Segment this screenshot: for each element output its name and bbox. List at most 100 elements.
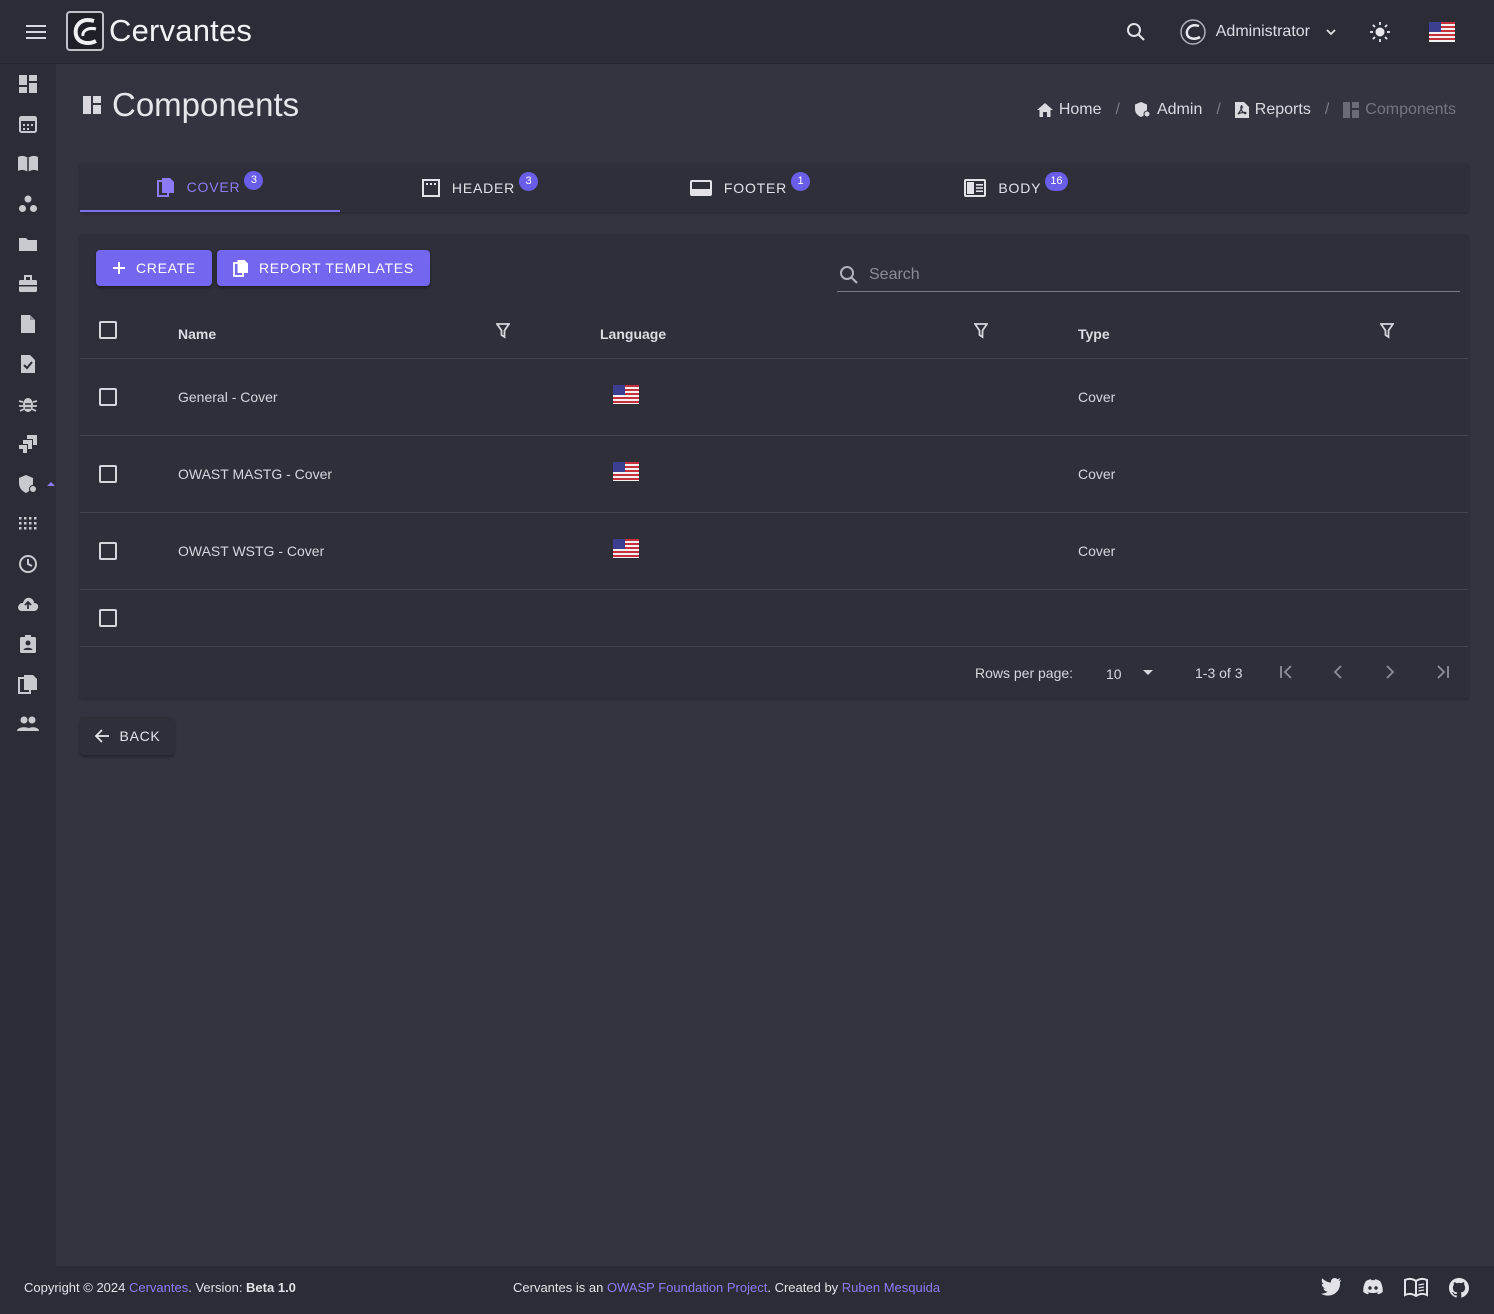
group-icon	[19, 195, 37, 212]
select-all-checkbox[interactable]	[99, 321, 117, 339]
tab-footer[interactable]: FOOTER 1	[620, 164, 880, 212]
search-field	[837, 259, 1460, 292]
breadcrumb-current-label: Components	[1365, 101, 1456, 118]
search-icon	[1126, 23, 1145, 41]
column-header-name[interactable]: Name	[178, 326, 216, 342]
tab-cover[interactable]: COVER 3	[80, 164, 340, 212]
sidebar-item-workspaces[interactable]	[0, 264, 56, 304]
tab-header-label: HEADER	[451, 180, 516, 196]
breadcrumb-admin[interactable]: Admin	[1134, 101, 1202, 119]
row-checkbox[interactable]	[99, 609, 117, 627]
sun-icon	[1370, 22, 1390, 42]
menu-toggle-button[interactable]	[16, 16, 56, 48]
sidebar-item-documents[interactable]	[0, 304, 56, 344]
breadcrumb: Home / Admin / Reports / Components	[1036, 101, 1456, 119]
search-button[interactable]	[1116, 12, 1156, 52]
sidebar-item-apps[interactable]	[0, 504, 56, 544]
pagination: Rows per page: 10 1-3 of 3	[80, 647, 1468, 698]
rows-per-page-select[interactable]: 10	[1098, 657, 1162, 689]
search-icon	[840, 266, 858, 284]
tab-cover-count-badge: 3	[244, 170, 264, 190]
arrow-left-icon	[94, 729, 109, 743]
owasp-link[interactable]: OWASP Foundation Project	[607, 1280, 767, 1295]
back-button-label: BACK	[119, 728, 161, 744]
sidebar-item-tasks[interactable]	[0, 344, 56, 384]
components-icon	[1343, 102, 1360, 118]
column-header-type[interactable]: Type	[1078, 326, 1110, 342]
breadcrumb-current: Components	[1343, 101, 1456, 119]
sidebar-item-dashboard[interactable]	[0, 64, 56, 104]
row-checkbox[interactable]	[99, 388, 117, 406]
sidebar	[0, 64, 56, 1266]
column-header-language[interactable]: Language	[600, 326, 666, 342]
search-input[interactable]	[869, 266, 1429, 284]
table-row[interactable]: General - Cover Cover	[80, 359, 1468, 436]
report-templates-button[interactable]: REPORT TEMPLATES	[217, 250, 430, 286]
sidebar-item-admin[interactable]	[0, 464, 56, 504]
filter-icon[interactable]	[974, 323, 988, 339]
footer-copyright: Copyright © 2024 Cervantes. Version: Bet…	[24, 1280, 296, 1295]
theme-toggle-button[interactable]	[1360, 12, 1400, 52]
shield-admin-icon	[19, 475, 37, 493]
table-row[interactable]: OWAST WSTG - Cover Cover	[80, 513, 1468, 590]
breadcrumb-reports[interactable]: Reports	[1234, 101, 1311, 119]
breadcrumb-separator: /	[1115, 101, 1120, 118]
footer: Copyright © 2024 Cervantes. Version: Bet…	[0, 1266, 1494, 1314]
sidebar-item-contacts[interactable]	[0, 624, 56, 664]
tab-footer-count-badge: 1	[791, 171, 811, 191]
breadcrumb-home[interactable]: Home	[1036, 101, 1102, 119]
back-button[interactable]: BACK	[80, 717, 174, 755]
sidebar-item-clients[interactable]	[0, 184, 56, 224]
cervantes-link[interactable]: Cervantes	[129, 1280, 188, 1295]
breadcrumb-reports-label: Reports	[1254, 101, 1311, 118]
language-selector-button[interactable]	[1422, 12, 1462, 52]
sidebar-item-reports[interactable]	[0, 664, 56, 704]
twitter-icon[interactable]	[1320, 1277, 1342, 1297]
sidebar-item-vulnerabilities[interactable]	[0, 384, 56, 424]
filter-icon[interactable]	[1380, 323, 1394, 339]
tab-footer-label: FOOTER	[723, 180, 788, 196]
sidebar-item-logs[interactable]	[0, 544, 56, 584]
book-open-icon[interactable]	[1404, 1277, 1428, 1297]
row-checkbox[interactable]	[99, 542, 117, 560]
dropdown-arrow-icon	[1143, 670, 1153, 675]
first-page-icon[interactable]	[1279, 665, 1295, 679]
header-layout-icon	[421, 179, 440, 197]
create-button[interactable]: CREATE	[96, 250, 212, 286]
previous-page-icon[interactable]	[1333, 665, 1343, 679]
book-open-icon	[18, 155, 38, 172]
page-title: Components	[112, 86, 300, 123]
discord-icon[interactable]	[1362, 1277, 1384, 1297]
filter-icon[interactable]	[496, 323, 510, 339]
article-layout-icon	[964, 179, 987, 197]
app-logo[interactable]: Cervantes	[66, 11, 252, 51]
tab-header[interactable]: HEADER 3	[350, 164, 610, 212]
contact-badge-icon	[20, 635, 36, 653]
pdf-icon	[1234, 102, 1249, 118]
sidebar-item-targets[interactable]	[0, 424, 56, 464]
author-link[interactable]: Ruben Mesquida	[842, 1280, 940, 1295]
apps-grid-icon	[19, 517, 37, 530]
sidebar-item-knowledge-base[interactable]	[0, 144, 56, 184]
next-page-icon[interactable]	[1385, 665, 1395, 679]
table-row[interactable]	[80, 590, 1468, 647]
table-row[interactable]: OWAST MASTG - Cover Cover	[80, 436, 1468, 513]
footer-credits: Cervantes is an OWASP Foundation Project…	[513, 1280, 940, 1295]
user-menu[interactable]: Administrator	[1180, 19, 1338, 45]
tab-cover-label: COVER	[186, 179, 241, 195]
sidebar-item-projects[interactable]	[0, 224, 56, 264]
row-name: OWAST WSTG - Cover	[178, 543, 325, 559]
briefcase-icon	[19, 275, 37, 292]
row-checkbox[interactable]	[99, 465, 117, 483]
table-header-row: Name Language Type	[80, 310, 1468, 359]
github-icon[interactable]	[1448, 1277, 1470, 1299]
sidebar-item-users[interactable]	[0, 704, 56, 744]
row-type: Cover	[1078, 389, 1116, 405]
last-page-icon[interactable]	[1434, 665, 1450, 679]
tab-body[interactable]: BODY 16	[886, 164, 1146, 212]
page-header: Components	[82, 86, 299, 124]
sidebar-item-backup[interactable]	[0, 584, 56, 624]
breadcrumb-separator: /	[1216, 101, 1221, 118]
file-copy-icon	[156, 178, 174, 197]
sidebar-item-calendar[interactable]	[0, 104, 56, 144]
